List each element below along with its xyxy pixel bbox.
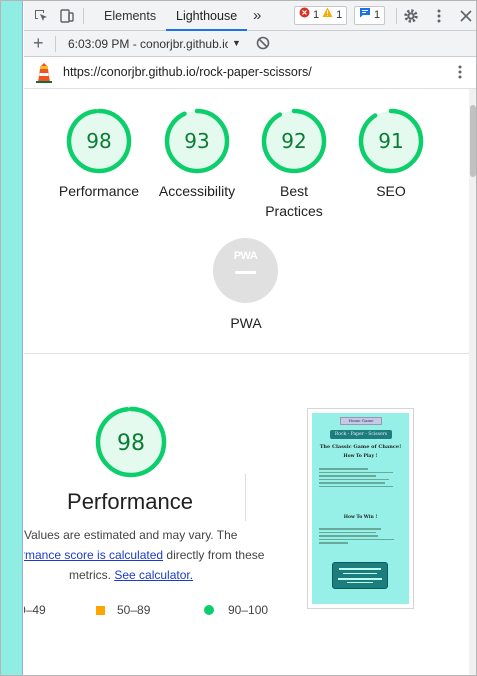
device-toolbar-icon[interactable]: [59, 8, 75, 24]
dropdown-arrow-icon[interactable]: ▼: [232, 38, 241, 48]
score-calculation-link[interactable]: rmance score is calculated: [24, 548, 163, 562]
seo-gauge[interactable]: 91: [358, 108, 424, 174]
performance-section-title: Performance: [67, 489, 193, 514]
legend-pass-range: 90–100: [228, 603, 269, 617]
report-menu-vertical-icon[interactable]: [452, 64, 468, 83]
thumb-nav-links: Home Game: [340, 417, 382, 425]
performance-gauge-svg: 98: [66, 108, 132, 174]
lighthouse-report: 98 Performance 93 Accessibility 92 Best …: [24, 89, 469, 675]
pwa-gauge[interactable]: PWA: [213, 238, 278, 303]
window-frame: Elements Lighthouse » 1 1 1 + 6:03:09 PM…: [0, 0, 477, 676]
average-square-icon: [96, 606, 105, 615]
accessibility-gauge[interactable]: 93: [164, 108, 230, 174]
more-options-vertical-icon[interactable]: [431, 8, 447, 24]
screenshot-page: Home Game Rock - Paper - Scissors The Cl…: [312, 413, 409, 604]
legend-pass: 90–100: [204, 603, 268, 617]
thumb-play-text: [319, 466, 401, 489]
performance-score-gauge-score: 98: [117, 431, 145, 456]
issues-badge[interactable]: 1 1: [294, 6, 348, 25]
best-practices-gauge-svg: 92: [261, 108, 327, 174]
legend-average: 50–89: [96, 603, 150, 617]
thumb-heading: The Classic Game of Chance!: [319, 444, 402, 450]
thumb-win-text: [319, 526, 401, 546]
best-practices-label-line1: Best: [279, 183, 308, 199]
more-tabs-button[interactable]: »: [253, 1, 261, 31]
inspect-element-icon[interactable]: [33, 8, 49, 24]
error-count: 1: [313, 9, 320, 21]
thumb-choice-panel: [332, 562, 388, 589]
pwa-label: PWA: [230, 315, 262, 331]
accessibility-gauge-svg: 93: [164, 108, 230, 174]
performance-gauge-label: Performance: [58, 183, 140, 199]
performance-gauge-score: 98: [86, 129, 111, 153]
section-divider: [24, 353, 469, 354]
performance-gauge[interactable]: 98: [66, 108, 132, 174]
toolbar-separator: [55, 36, 56, 52]
performance-description-line2: rmance score is calculated directly from…: [24, 545, 264, 565]
lighthouse-toolbar: + 6:03:09 PM - conorjbr.github.io ▼: [24, 31, 476, 57]
see-calculator-link[interactable]: See calculator.: [114, 568, 193, 582]
message-count: 1: [374, 9, 381, 21]
performance-description-line3: metrics. See calculator.: [69, 565, 193, 585]
thumb-how-to-win: How To Win !: [343, 515, 378, 520]
title-divider: [245, 474, 246, 521]
close-icon[interactable]: [458, 8, 474, 24]
final-screenshot-thumbnail[interactable]: Home Game Rock - Paper - Scissors The Cl…: [307, 408, 414, 609]
error-icon: [299, 7, 310, 24]
tab-separator: [83, 8, 84, 24]
report-selector[interactable]: 6:03:09 PM - conorjbr.github.io: [68, 37, 228, 51]
warning-icon: [322, 7, 333, 24]
devtools-panel: Elements Lighthouse » 1 1 1 + 6:03:09 PM…: [24, 1, 476, 675]
devtools-tabbar: Elements Lighthouse » 1 1 1: [24, 1, 476, 31]
seo-gauge-score: 91: [378, 129, 403, 153]
clear-reports-icon[interactable]: [256, 36, 270, 53]
seo-gauge-svg: 91: [358, 108, 424, 174]
report-scrollbar[interactable]: [469, 89, 476, 675]
report-url[interactable]: https://conorjbr.github.io/rock-paper-sc…: [63, 65, 312, 79]
legend-average-range: 50–89: [117, 603, 151, 617]
settings-gear-icon[interactable]: [403, 8, 419, 24]
performance-description-mid: directly from these: [163, 548, 265, 562]
legend-fail-range: 0–49: [24, 603, 46, 617]
thumb-title-bar: Rock - Paper - Scissors: [330, 430, 392, 439]
pwa-dash-icon: [235, 271, 256, 274]
scrollbar-thumb[interactable]: [470, 105, 476, 177]
warning-count: 1: [336, 9, 343, 21]
tab-lighthouse[interactable]: Lighthouse: [166, 1, 248, 31]
thumb-how-to-play: How To Play !: [343, 454, 378, 459]
lighthouse-logo-icon: [36, 63, 52, 86]
performance-description-prefix: metrics.: [69, 568, 115, 582]
report-selector-label: 6:03:09 PM - conorjbr.github.io: [68, 37, 228, 51]
accessibility-gauge-label: Accessibility: [158, 183, 236, 199]
pass-circle-icon: [204, 605, 214, 615]
new-report-button[interactable]: +: [33, 33, 44, 54]
best-practices-gauge-score: 92: [281, 129, 306, 153]
tab-elements[interactable]: Elements: [104, 1, 156, 31]
page-background-strip: [1, 1, 23, 675]
messages-badge[interactable]: 1: [354, 6, 386, 25]
tab-separator: [396, 8, 397, 24]
best-practices-label-line2: Practices: [265, 203, 323, 219]
best-practices-gauge[interactable]: 92: [261, 108, 327, 174]
accessibility-gauge-score: 93: [184, 129, 209, 153]
pwa-badge-text: PWA: [233, 250, 258, 262]
best-practices-gauge-label: Best Practices: [243, 181, 345, 221]
seo-gauge-label: SEO: [376, 183, 406, 199]
legend-fail: 0–49: [24, 603, 46, 617]
performance-score-gauge[interactable]: 98: [95, 406, 167, 478]
performance-description-line1: Values are estimated and may vary. The: [24, 528, 238, 542]
message-icon: [359, 7, 371, 24]
performance-score-gauge-svg: 98: [95, 406, 167, 478]
report-url-row: https://conorjbr.github.io/rock-paper-sc…: [24, 57, 476, 89]
